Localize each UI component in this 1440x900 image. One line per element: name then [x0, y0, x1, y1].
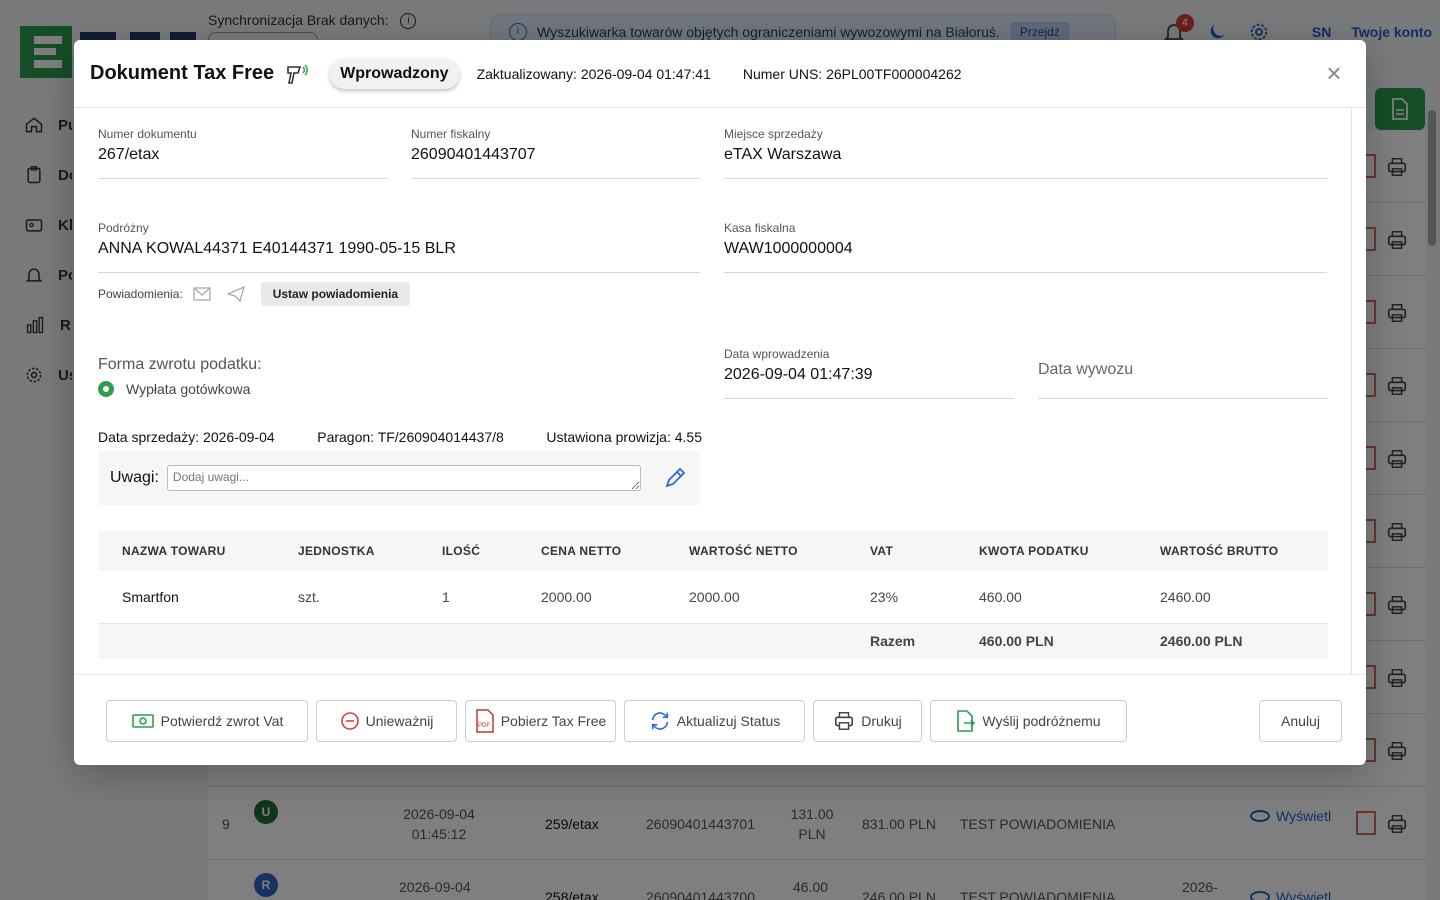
- export-date-field[interactable]: Data wywozu: [1038, 361, 1327, 399]
- total-tax: 460.00 PLN: [955, 623, 1136, 659]
- export-date-placeholder: Data wywozu: [1038, 361, 1134, 378]
- button-label: Potwierdź zwrot Vat: [160, 713, 284, 729]
- cell-unit: szt.: [274, 571, 418, 624]
- cell-net-price: 2000.00: [517, 571, 665, 624]
- doc-number-field: Numer dokumentu 267/etax: [98, 127, 387, 179]
- button-label: Pobierz Tax Free: [500, 713, 607, 729]
- field-label: Podróżny: [98, 221, 149, 235]
- col-header: CENA NETTO: [517, 531, 665, 571]
- cell-vat: 23%: [846, 571, 955, 624]
- notes-label: Uwagi:: [110, 469, 159, 486]
- invalidate-button[interactable]: Unieważnij: [316, 700, 457, 742]
- pencil-icon[interactable]: [663, 466, 687, 490]
- fiscal-register-field: Kasa fiskalna WAW1000000004: [724, 221, 1327, 273]
- sale-date: Data sprzedaży: 2026-09-04: [98, 429, 275, 445]
- button-label: Drukuj: [861, 713, 902, 729]
- cell-gross-value: 2460.00: [1136, 571, 1328, 624]
- col-header: ILOŚĆ: [418, 531, 517, 571]
- field-label: Data wprowadzenia: [724, 347, 830, 361]
- col-header: NAZWA TOWARU: [98, 531, 274, 571]
- cell-quantity: 1: [418, 571, 517, 624]
- refund-method-title: Forma zwrotu podatku:: [98, 356, 262, 373]
- send-icon[interactable]: [226, 286, 245, 302]
- notifications-row: Powiadomienia: Ustaw powiadomienia: [98, 282, 411, 306]
- button-label: Anuluj: [1281, 713, 1320, 729]
- send-to-traveler-button[interactable]: Wyślij podróżnemu: [930, 700, 1127, 742]
- field-value: 2026-09-04 01:47:39: [724, 366, 873, 383]
- notes-box: Uwagi:: [98, 451, 700, 505]
- col-header: WARTOŚĆ BRUTTO: [1136, 531, 1328, 571]
- file-export-icon: [957, 710, 976, 732]
- cash-icon: [131, 714, 154, 728]
- modal-scrollbar[interactable]: [1351, 109, 1352, 674]
- close-icon[interactable]: ×: [1322, 60, 1346, 86]
- modal-header: Dokument Tax Free Wprowadzony Zaktualizo…: [74, 40, 1366, 108]
- col-header: JEDNOSTKA: [274, 531, 418, 571]
- refund-option-label: Wypłata gotówkowa: [126, 381, 251, 397]
- place-of-sale-field: Miejsce sprzedaży eTAX Warszawa: [724, 127, 1327, 179]
- col-header: WARTOŚĆ NETTO: [665, 531, 846, 571]
- total-label: Razem: [846, 623, 955, 659]
- field-value: eTAX Warszawa: [724, 146, 842, 163]
- uns-number: Numer UNS: 26PL00TF000004262: [742, 65, 962, 82]
- items-table: NAZWA TOWARU JEDNOSTKA ILOŚĆ CENA NETTO …: [98, 531, 1328, 659]
- modal-body: Numer dokumentu 267/etax Numer fiskalny …: [74, 109, 1352, 674]
- confirm-vat-refund-button[interactable]: Potwierdź zwrot Vat: [106, 700, 308, 742]
- minus-circle-icon: [340, 712, 359, 730]
- field-value: ANNA KOWAL44371 E40144371 1990-05-15 BLR: [98, 240, 456, 257]
- radio-selected[interactable]: [98, 381, 114, 397]
- field-value: WAW1000000004: [724, 240, 853, 257]
- button-label: Aktualizuj Status: [676, 713, 781, 729]
- cell-tax-amount: 460.00: [955, 571, 1136, 624]
- field-label: Kasa fiskalna: [724, 221, 796, 235]
- cell-product: Smartfon: [98, 571, 274, 624]
- modal-footer: Potwierdź zwrot Vat Unieważnij PDF Pobie…: [74, 674, 1366, 765]
- print-button[interactable]: Drukuj: [813, 700, 922, 742]
- col-header: KWOTA PODATKU: [955, 531, 1136, 571]
- traveler-field: Podróżny ANNA KOWAL44371 E40144371 1990-…: [98, 221, 700, 273]
- commission: Ustawiona prowizja: 4.55: [546, 429, 702, 445]
- button-label: Unieważnij: [365, 713, 434, 729]
- notes-input[interactable]: [166, 465, 641, 491]
- refresh-icon: [651, 712, 668, 730]
- printer-icon: [835, 712, 854, 730]
- fiscal-number-field: Numer fiskalny 26090401443707: [411, 127, 700, 179]
- entry-date-field: Data wprowadzenia 2026-09-04 01:47:39: [724, 347, 1014, 399]
- updated-timestamp: Zaktualizowany: 2026-09-04 01:47:41: [476, 65, 711, 82]
- field-value: 267/etax: [98, 146, 160, 163]
- col-header: VAT: [846, 531, 955, 571]
- pdf-icon: PDF: [475, 709, 494, 733]
- update-status-button[interactable]: Aktualizuj Status: [624, 700, 805, 742]
- receipt-number: Paragon: TF/260904014437/8: [317, 429, 504, 445]
- field-label: Miejsce sprzedaży: [724, 127, 823, 141]
- cancel-button[interactable]: Anuluj: [1259, 700, 1342, 742]
- field-value: 26090401443707: [411, 146, 536, 163]
- table-total-row: Razem 460.00 PLN 2460.00 PLN: [98, 623, 1328, 659]
- total-gross: 2460.00 PLN: [1136, 623, 1328, 659]
- refund-option-cash[interactable]: Wypłata gotówkowa: [98, 381, 250, 397]
- envelope-icon[interactable]: [193, 287, 211, 301]
- button-label: Wyślij podróżnemu: [982, 713, 1101, 729]
- svg-text:PDF: PDF: [478, 723, 490, 729]
- field-label: Numer dokumentu: [98, 127, 197, 141]
- modal-title: Dokument Tax Free: [90, 62, 275, 84]
- status-badge: Wprowadzony: [330, 58, 459, 89]
- tax-free-document-modal: Dokument Tax Free Wprowadzony Zaktualizo…: [74, 40, 1366, 765]
- field-label: Numer fiskalny: [411, 127, 491, 141]
- scanner-icon: [287, 63, 308, 84]
- cell-net-value: 2000.00: [665, 571, 846, 624]
- notifications-label: Powiadomienia:: [98, 287, 183, 301]
- table-header-row: NAZWA TOWARU JEDNOSTKA ILOŚĆ CENA NETTO …: [98, 531, 1328, 571]
- download-tax-free-button[interactable]: PDF Pobierz Tax Free: [465, 700, 616, 742]
- sale-info-row: Data sprzedaży: 2026-09-04 Paragon: TF/2…: [98, 429, 702, 445]
- table-row: Smartfon szt. 1 2000.00 2000.00 23% 460.…: [98, 571, 1328, 624]
- set-notifications-button[interactable]: Ustaw powiadomienia: [260, 282, 411, 306]
